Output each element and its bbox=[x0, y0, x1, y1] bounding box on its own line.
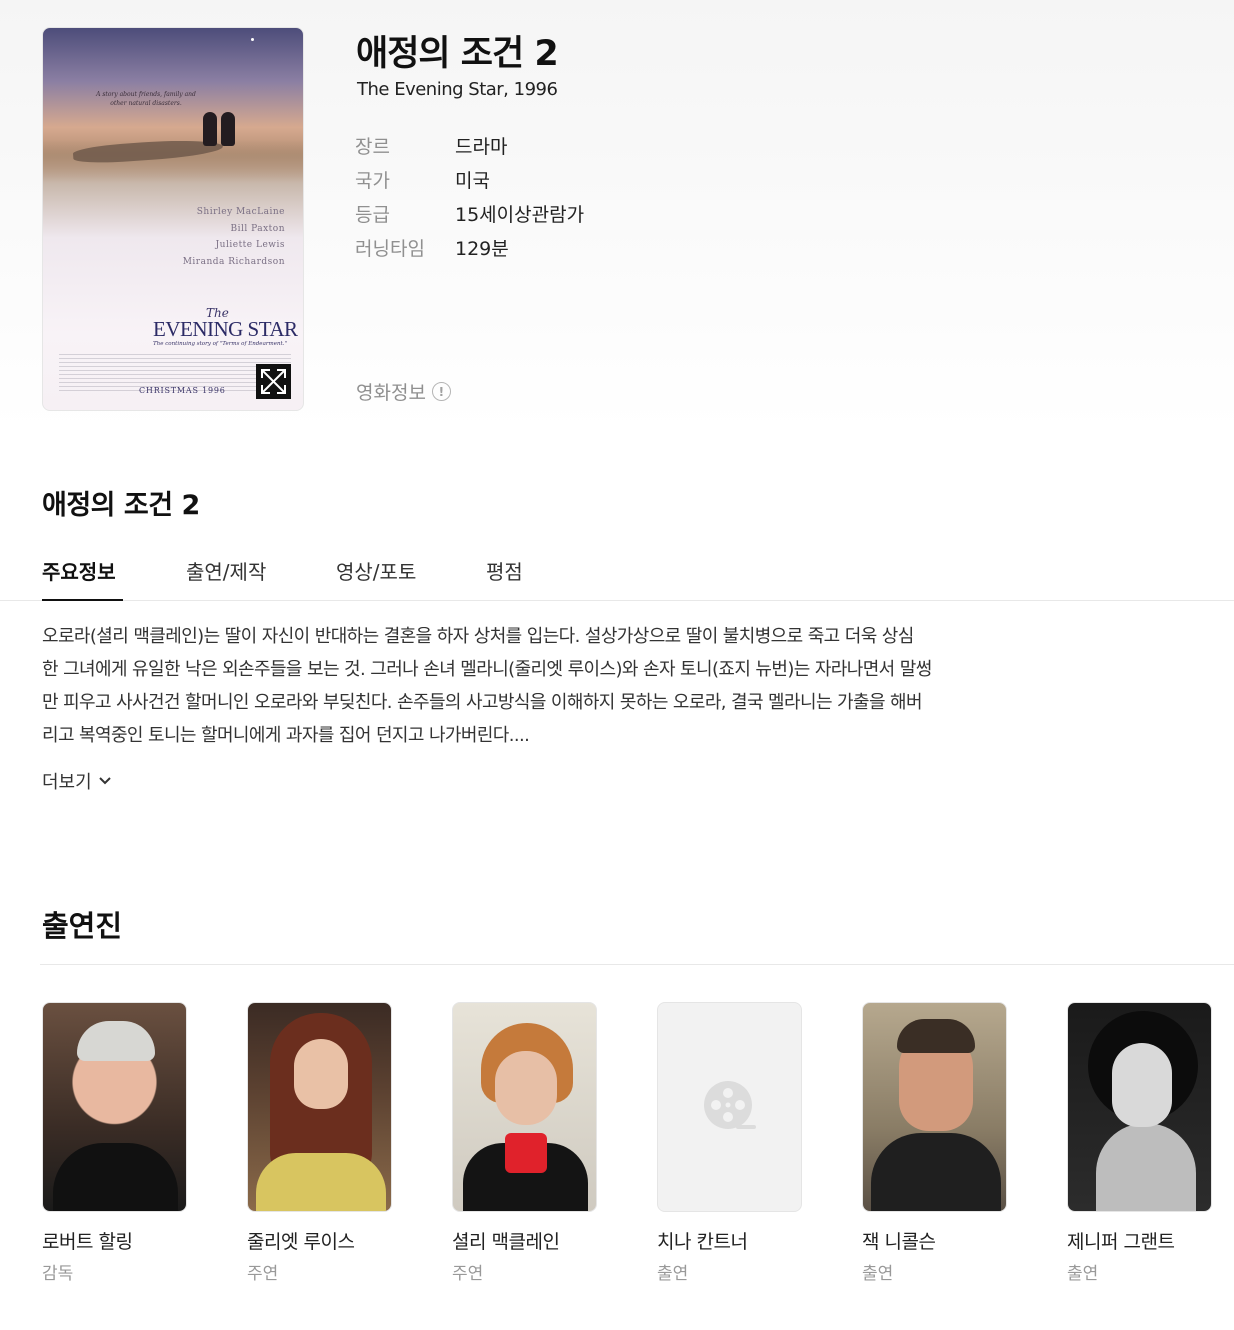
tab-cast-crew[interactable]: 출연/제작 bbox=[186, 556, 266, 585]
movie-info-label: 영화정보 bbox=[356, 382, 426, 404]
more-button[interactable]: 더보기 bbox=[42, 768, 112, 794]
cast-name: 제니퍼 그랜트 bbox=[1067, 1231, 1175, 1253]
cast-name: 로버트 할링 bbox=[42, 1231, 133, 1253]
synopsis-line: 오로라(셜리 맥클레인)는 딸이 자신이 반대하는 결혼을 하자 상처를 입는다… bbox=[42, 626, 914, 647]
movie-title: 애정의 조건 2 bbox=[356, 34, 559, 74]
info-key: 국가 bbox=[355, 169, 390, 192]
cast-card[interactable]: 잭 니콜슨 출연 bbox=[862, 1002, 1007, 1284]
cast-card[interactable]: 줄리엣 루이스 주연 bbox=[247, 1002, 392, 1284]
poster-star bbox=[251, 38, 254, 41]
info-value: 129분 bbox=[455, 237, 509, 260]
photo-body-shape bbox=[1096, 1123, 1196, 1211]
poster-figure bbox=[203, 112, 217, 146]
tab-main-info[interactable]: 주요정보 bbox=[42, 556, 116, 585]
info-key: 러닝타임 bbox=[355, 237, 425, 260]
cast-card[interactable]: 로버트 할링 감독 bbox=[42, 1002, 187, 1284]
tab-bar: 주요정보 출연/제작 영상/포토 평점 bbox=[0, 540, 1234, 601]
cast-name: 잭 니콜슨 bbox=[862, 1231, 936, 1253]
photo-collar-shape bbox=[505, 1133, 547, 1173]
poster-tagline: A story about friends, family and other … bbox=[96, 91, 196, 107]
photo-body-shape bbox=[53, 1143, 178, 1211]
cast-role: 출연 bbox=[657, 1264, 689, 1284]
cast-section-title: 출연진 bbox=[42, 909, 123, 943]
cast-card[interactable]: 셜리 맥클레인 주연 bbox=[452, 1002, 597, 1284]
more-label: 더보기 bbox=[42, 772, 92, 793]
tab-video-photo[interactable]: 영상/포토 bbox=[336, 556, 416, 585]
expand-poster-button[interactable] bbox=[256, 364, 291, 399]
cast-role: 주연 bbox=[247, 1264, 279, 1284]
photo-hair-shape bbox=[77, 1021, 155, 1061]
cast-role: 출연 bbox=[862, 1264, 894, 1284]
cast-name: 셜리 맥클레인 bbox=[452, 1231, 560, 1253]
info-key: 장르 bbox=[355, 135, 390, 158]
info-row-genre: 장르 드라마 bbox=[355, 128, 584, 162]
poster-release: CHRISTMAS 1996 bbox=[139, 386, 226, 395]
active-tab-indicator bbox=[42, 599, 123, 601]
photo-face-shape bbox=[1112, 1043, 1172, 1127]
poster-credit: Juliette Lewis bbox=[215, 240, 285, 250]
movie-poster[interactable]: A story about friends, family and other … bbox=[42, 27, 304, 411]
info-value: 15세이상관람가 bbox=[455, 203, 585, 226]
photo-hair-shape bbox=[897, 1019, 975, 1053]
info-row-rating: 등급 15세이상관람가 bbox=[355, 196, 584, 230]
movie-info-link[interactable]: 영화정보 ! bbox=[356, 378, 451, 405]
poster-figure bbox=[221, 112, 235, 146]
poster-credit: Shirley MacLaine bbox=[196, 207, 285, 217]
photo-face-shape bbox=[495, 1051, 557, 1125]
info-key: 등급 bbox=[355, 203, 390, 226]
info-icon[interactable]: ! bbox=[431, 382, 451, 401]
info-row-country: 국가 미국 bbox=[355, 162, 584, 196]
photo-body-shape bbox=[256, 1153, 386, 1211]
synopsis-line: 만 피우고 사사건건 할머니인 오로라와 부딪친다. 손주들의 사고방식을 이해… bbox=[42, 692, 923, 713]
section-title: 애정의 조건 2 bbox=[42, 490, 200, 521]
cast-divider bbox=[40, 964, 1234, 965]
tab-ratings[interactable]: 평점 bbox=[486, 556, 523, 585]
cast-role: 감독 bbox=[42, 1264, 74, 1284]
cast-name: 치나 칸트너 bbox=[657, 1231, 748, 1253]
synopsis: 오로라(셜리 맥클레인)는 딸이 자신이 반대하는 결혼을 하자 상처를 입는다… bbox=[42, 620, 1052, 752]
expand-icon bbox=[261, 369, 286, 394]
poster-credit: Miranda Richardson bbox=[182, 256, 285, 267]
movie-info-table: 장르 드라마 국가 미국 등급 15세이상관람가 러닝타임 129분 bbox=[355, 128, 584, 264]
cast-card[interactable]: 치나 칸트너 출연 bbox=[657, 1002, 802, 1284]
synopsis-line: 리고 복역중인 토니는 할머니에게 과자를 집어 던지고 나가버린다.... bbox=[42, 725, 530, 746]
info-value: 드라마 bbox=[455, 135, 508, 158]
chevron-down-icon bbox=[98, 777, 111, 785]
cast-photo bbox=[452, 1002, 597, 1212]
cast-role: 주연 bbox=[452, 1264, 484, 1284]
poster-logo: EVENING STAR bbox=[153, 317, 298, 341]
cast-role: 출연 bbox=[1067, 1264, 1099, 1284]
synopsis-line: 한 그녀에게 유일한 낙은 외손주들을 보는 것. 그러나 손녀 멜라니(줄리엣… bbox=[42, 659, 932, 680]
info-row-runtime: 러닝타임 129분 bbox=[355, 230, 584, 264]
photo-body-shape bbox=[871, 1133, 1001, 1211]
info-value: 미국 bbox=[455, 169, 490, 192]
cast-photo bbox=[862, 1002, 1007, 1212]
poster-credit: Bill Paxton bbox=[230, 223, 285, 234]
movie-original-title: The Evening Star, 1996 bbox=[357, 79, 558, 100]
photo-face-shape bbox=[294, 1039, 348, 1109]
cast-photo bbox=[1067, 1002, 1212, 1212]
cast-photo-placeholder bbox=[657, 1002, 802, 1212]
cast-card[interactable]: 제니퍼 그랜트 출연 bbox=[1067, 1002, 1212, 1284]
film-reel-icon bbox=[703, 1081, 756, 1129]
cast-name: 줄리엣 루이스 bbox=[247, 1231, 355, 1253]
cast-photo bbox=[247, 1002, 392, 1212]
cast-photo bbox=[42, 1002, 187, 1212]
poster-credits: Shirley MacLaine Bill Paxton Juliette Le… bbox=[183, 204, 285, 270]
poster-logo-subtitle: The continuing story of "Terms of Endear… bbox=[153, 341, 287, 347]
